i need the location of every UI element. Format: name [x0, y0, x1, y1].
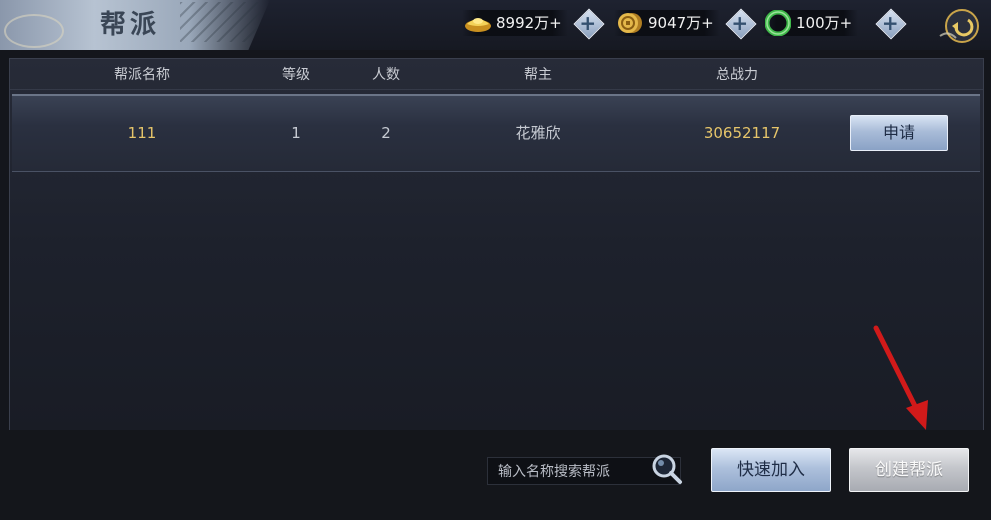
guild-level: 1 [291, 124, 301, 142]
search-box [487, 454, 682, 485]
guild-leader: 花雅欣 [515, 124, 561, 142]
add-gold-button[interactable]: + [573, 8, 605, 40]
column-header-leader: 帮主 [524, 67, 552, 83]
back-icon[interactable] [938, 6, 982, 46]
currency-gold-value: 8992万+ [496, 14, 562, 32]
create-guild-button[interactable]: 创建帮派 [849, 448, 969, 492]
column-header-power: 总战力 [716, 67, 758, 83]
top-bar: 帮派 8992万+ + 9047万+ + 100万+ + [0, 0, 991, 50]
guild-power: 30652117 [703, 124, 781, 142]
currency-coin-box: 9047万+ [614, 10, 720, 36]
gold-ingot-icon [464, 11, 492, 35]
quick-join-button[interactable]: 快速加入 [711, 448, 831, 492]
page-title: 帮派 [100, 10, 161, 40]
pointer-arrow-icon [873, 325, 928, 430]
currency-jade-value: 100万+ [796, 14, 853, 32]
currency-gold-box: 8992万+ [462, 10, 568, 36]
plus-icon: + [731, 11, 749, 35]
column-header-name: 帮派名称 [114, 67, 170, 83]
jade-icon [764, 10, 792, 36]
currency-jade-box: 100万+ [762, 10, 859, 36]
table-header: 帮派名称 等级 人数 帮主 总战力 [10, 59, 983, 90]
currency-coin: 9047万+ + [614, 8, 757, 40]
table-row[interactable]: 111 1 2 花雅欣 30652117 申请 [12, 94, 980, 172]
plus-icon: + [579, 11, 597, 35]
cloud-ornament-icon [4, 14, 64, 48]
bamboo-ornament-icon [180, 2, 260, 42]
search-input[interactable] [496, 460, 650, 484]
coin-icon [616, 11, 644, 35]
currency-gold: 8992万+ + [462, 8, 605, 40]
currency-coin-value: 9047万+ [648, 14, 714, 32]
search-icon[interactable] [650, 452, 684, 486]
add-coin-button[interactable]: + [725, 8, 757, 40]
add-jade-button[interactable]: + [875, 8, 907, 40]
column-header-members: 人数 [372, 67, 400, 83]
guild-list-panel: 帮派名称 等级 人数 帮主 总战力 111 1 2 花雅欣 30652117 申… [9, 58, 984, 432]
plus-icon: + [881, 11, 899, 35]
currency-jade: 100万+ + [762, 8, 907, 40]
column-header-level: 等级 [282, 67, 310, 83]
guild-members: 2 [381, 124, 391, 142]
guild-name: 111 [127, 124, 157, 142]
apply-button[interactable]: 申请 [850, 115, 948, 151]
